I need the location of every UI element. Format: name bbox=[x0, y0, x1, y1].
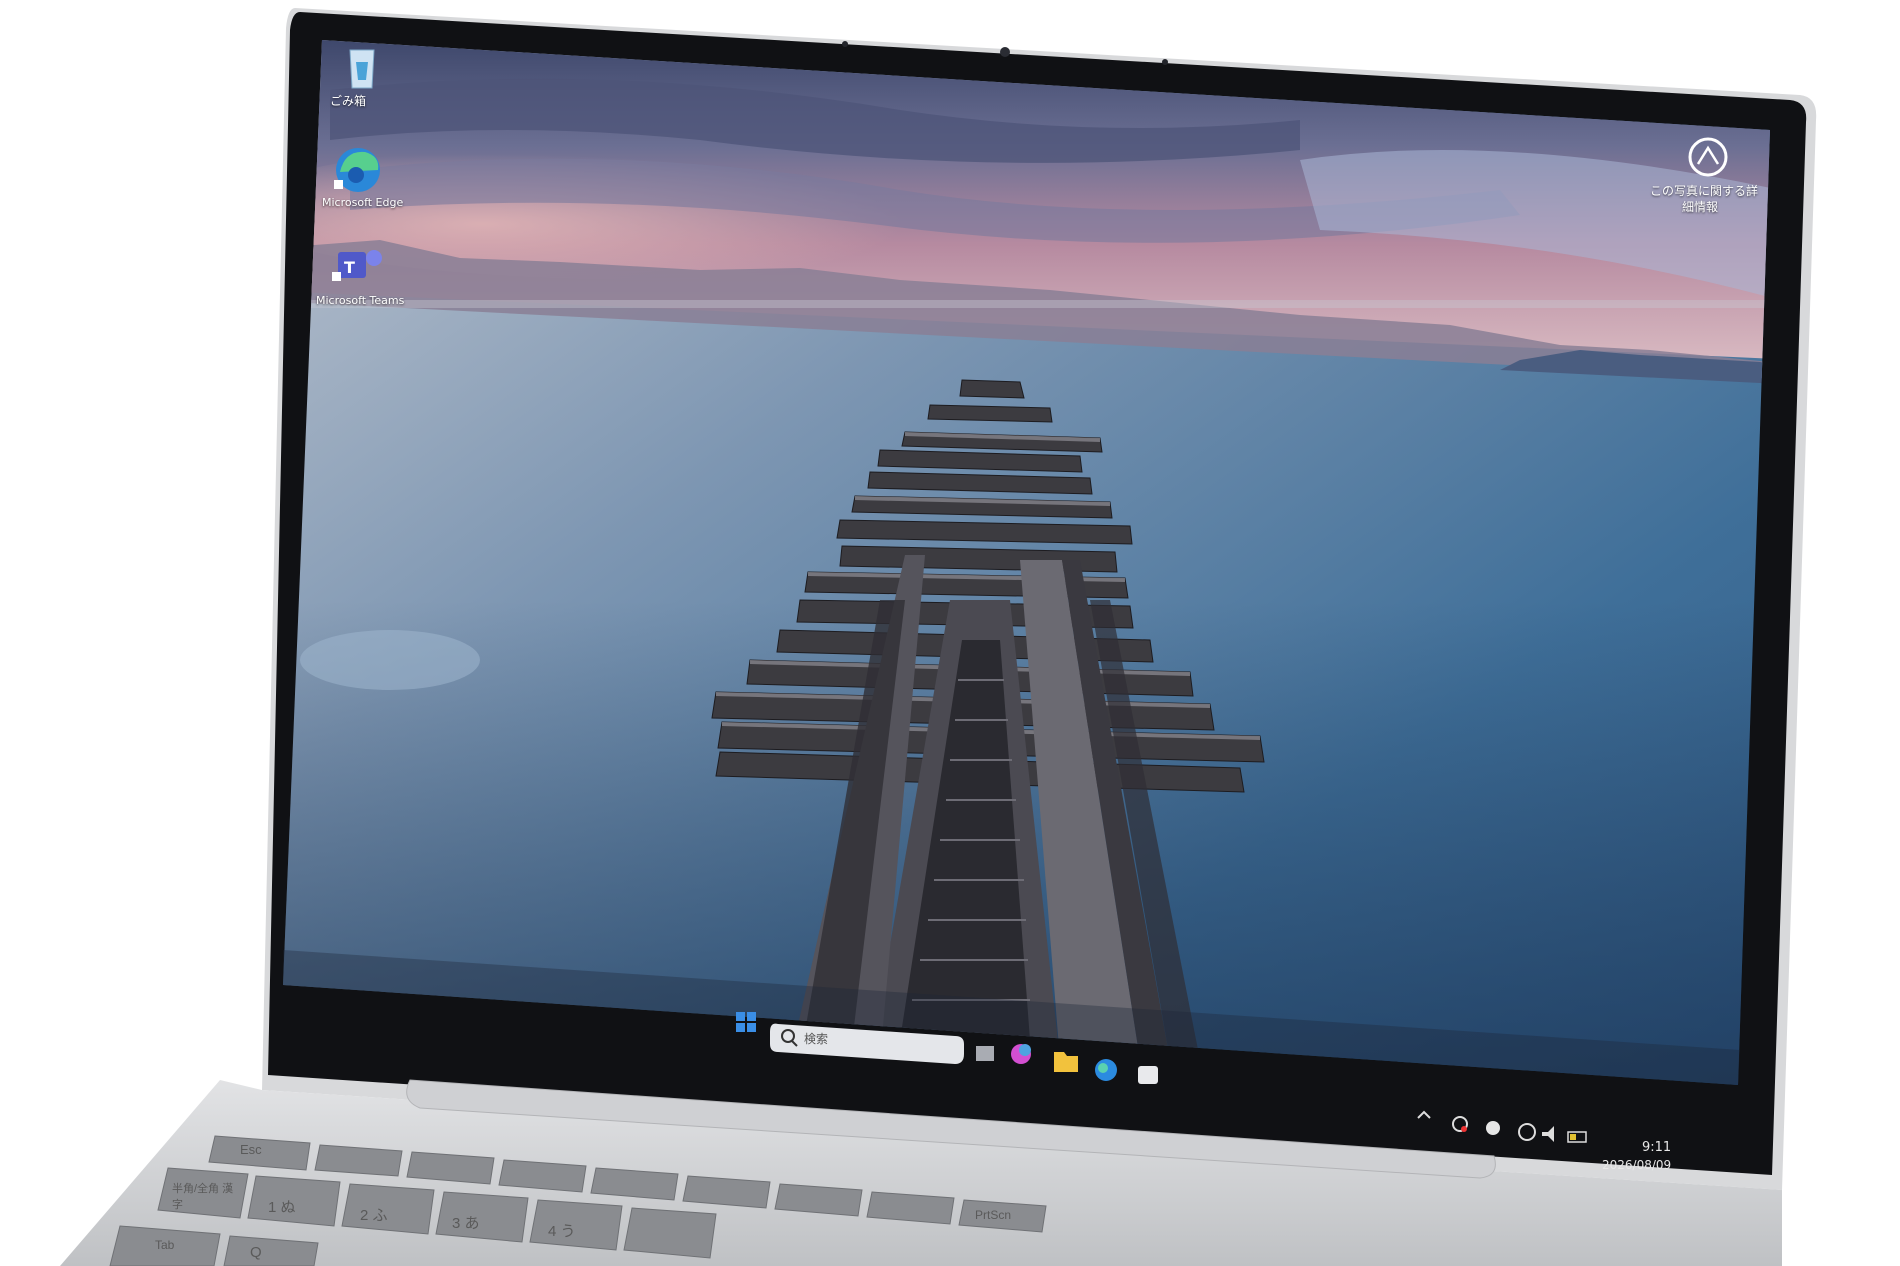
key-5 bbox=[623, 1207, 717, 1259]
key-label-4: 4 う bbox=[548, 1223, 576, 1240]
recycle-bin-icon[interactable] bbox=[349, 49, 375, 89]
key-label-2: 2 ふ bbox=[360, 1207, 388, 1224]
clock-date[interactable]: 2026/08/09 bbox=[1602, 1158, 1671, 1172]
key-label-q: Q bbox=[250, 1244, 262, 1261]
desktop-icon-label-edge: Microsoft Edge bbox=[322, 196, 404, 209]
key-label-tab: Tab bbox=[155, 1238, 175, 1252]
laptop-photo: T bbox=[60, 8, 1817, 1266]
key-label-3: 3 あ bbox=[452, 1215, 480, 1232]
desktop-icon-label-teams: Microsoft Teams bbox=[316, 294, 405, 307]
search-input[interactable]: 検索 bbox=[804, 1030, 828, 1047]
spotlight-label-line2: 細情報 bbox=[1682, 200, 1719, 214]
svg-text:T: T bbox=[344, 258, 355, 277]
spotlight-label-line1: この写真に関する詳 bbox=[1650, 184, 1759, 198]
store-icon[interactable] bbox=[1138, 1066, 1158, 1084]
task-view-icon[interactable] bbox=[976, 1046, 994, 1061]
copilot-icon[interactable] bbox=[1011, 1044, 1031, 1064]
key-label-1: 1 ぬ bbox=[268, 1199, 296, 1216]
key-label-prtscn: PrtScn bbox=[975, 1208, 1012, 1222]
key-label-esc: Esc bbox=[240, 1142, 262, 1157]
key-3 bbox=[435, 1191, 529, 1243]
status-x-icon[interactable] bbox=[1486, 1121, 1500, 1135]
key-4 bbox=[529, 1199, 623, 1251]
camera-icon bbox=[1000, 47, 1010, 57]
desktop-icon-label-recycle-bin: ごみ箱 bbox=[330, 94, 367, 108]
key-f1 bbox=[314, 1144, 403, 1177]
key-label-hankaku: 半角/全角 漢字 bbox=[172, 1183, 234, 1211]
key-2 bbox=[341, 1183, 435, 1235]
clock-time[interactable]: 9:11 bbox=[1642, 1140, 1671, 1155]
